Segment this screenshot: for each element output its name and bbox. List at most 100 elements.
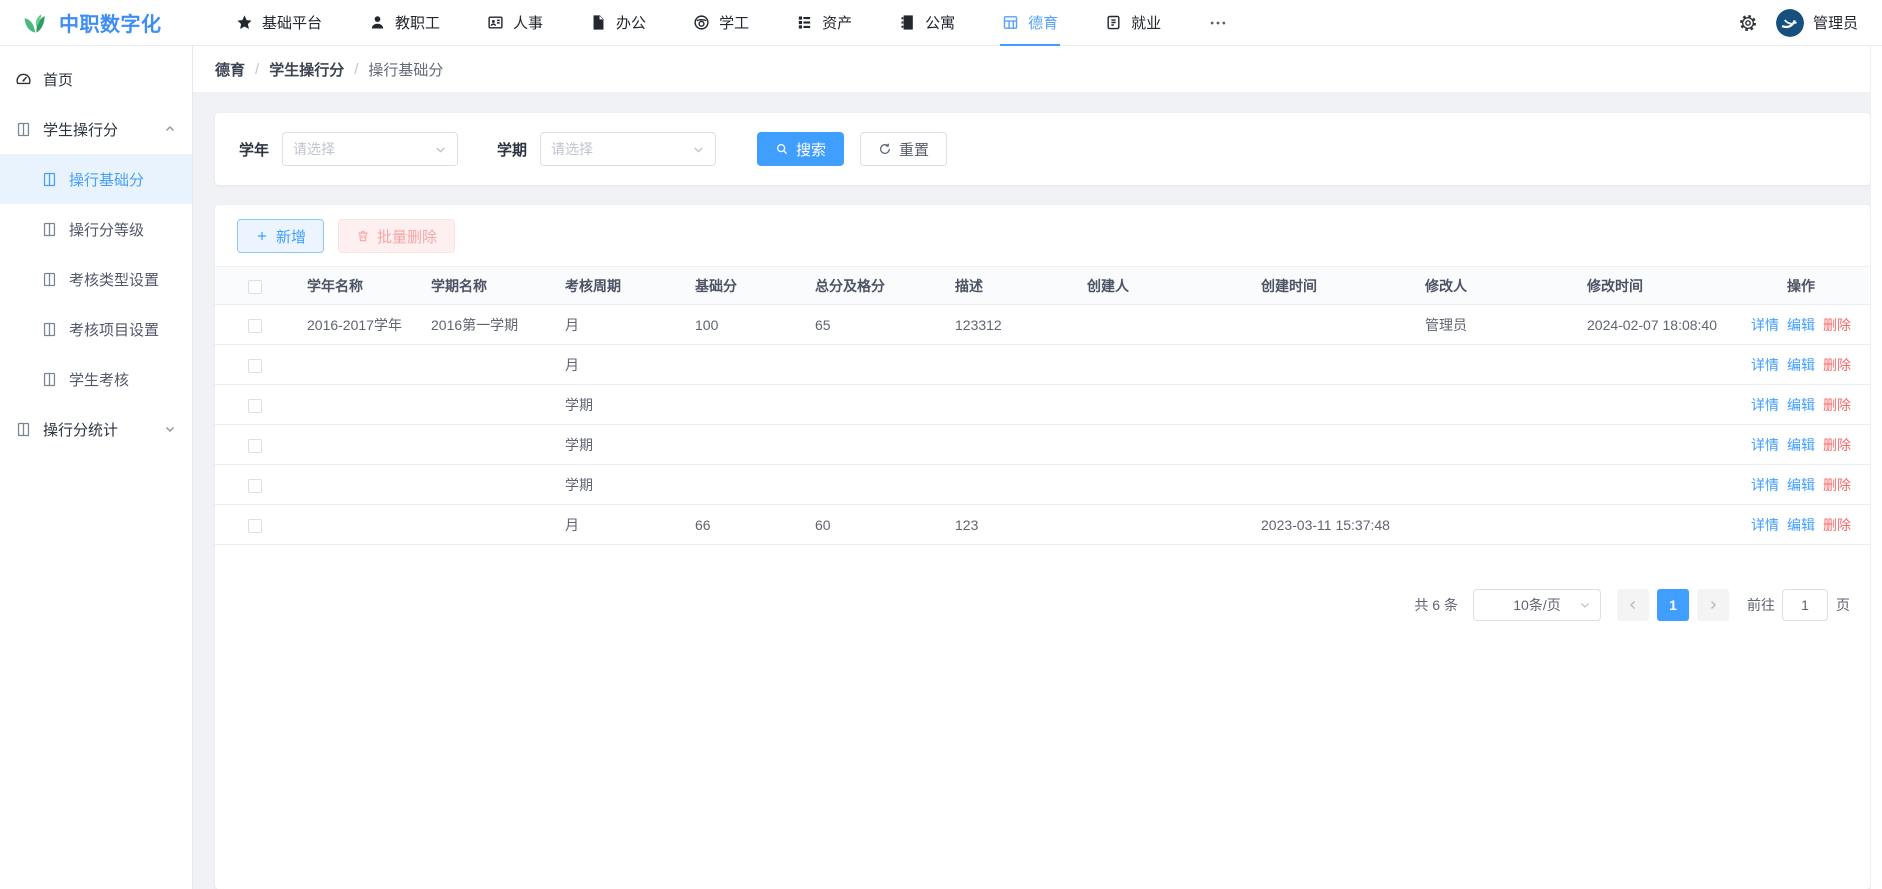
table-row: 学期 详情编辑删除 — [215, 465, 1871, 505]
detail-link[interactable]: 详情 — [1751, 397, 1779, 413]
delete-link[interactable]: 删除 — [1823, 517, 1851, 533]
table-header-row: 学年名称 学期名称 考核周期 基础分 总分及格分 描述 创建人 创建时间 修改人… — [215, 267, 1871, 305]
edit-link[interactable]: 编辑 — [1787, 397, 1815, 413]
search-button[interactable]: 搜索 — [757, 132, 844, 166]
add-button[interactable]: 新增 — [237, 219, 324, 253]
page-number-1[interactable]: 1 — [1657, 589, 1689, 621]
nav-item-office[interactable]: 办公 — [590, 0, 646, 46]
delete-link[interactable]: 删除 — [1823, 357, 1851, 373]
edit-link[interactable]: 编辑 — [1787, 517, 1815, 533]
trash-icon — [356, 229, 370, 243]
total-count: 共 6 条 — [1414, 595, 1458, 615]
prev-page-button[interactable] — [1617, 589, 1649, 621]
settings-gear-icon[interactable] — [1738, 13, 1758, 33]
delete-link[interactable]: 删除 — [1823, 437, 1851, 453]
avatar — [1776, 9, 1804, 37]
delete-link[interactable]: 删除 — [1823, 397, 1851, 413]
nav-item-hr[interactable]: 人事 — [487, 0, 543, 46]
col-modified-time: 修改时间 — [1575, 267, 1731, 305]
chevron-left-icon — [1627, 599, 1639, 611]
edit-link[interactable]: 编辑 — [1787, 357, 1815, 373]
nav-item-employment[interactable]: 就业 — [1105, 0, 1161, 46]
detail-link[interactable]: 详情 — [1751, 437, 1779, 453]
breadcrumb-item-moral-education[interactable]: 德育 — [215, 59, 245, 80]
term-select[interactable]: 请选择 — [540, 132, 716, 166]
sidebar-item-home[interactable]: 首页 — [0, 54, 192, 104]
nav-item-base-platform[interactable]: 基础平台 — [236, 0, 322, 46]
row-checkbox[interactable] — [248, 439, 262, 453]
list-icon — [796, 14, 813, 31]
table-row: 月 66 60 123 2023-03-11 15:37:48 详情编辑删除 — [215, 505, 1871, 545]
goto-label: 前往 — [1747, 595, 1775, 615]
nav-item-staff[interactable]: 教职工 — [369, 0, 440, 46]
sidebar-group-conduct-score[interactable]: 学生操行分 — [0, 104, 192, 154]
goto-page-input[interactable] — [1782, 589, 1828, 621]
top-menu: 基础平台 教职工 人事 办公 学工 资产 — [236, 0, 1228, 46]
scrollbar-track[interactable] — [1870, 46, 1882, 889]
nav-item-student-affairs[interactable]: 学工 — [693, 0, 749, 46]
app-title: 中职数字化 — [59, 8, 162, 37]
delete-link[interactable]: 删除 — [1823, 477, 1851, 493]
user-menu[interactable]: 管理员 — [1776, 9, 1858, 37]
sidebar-label: 首页 — [43, 69, 73, 90]
reset-button[interactable]: 重置 — [860, 132, 947, 166]
row-checkbox[interactable] — [248, 319, 262, 333]
nav-item-moral-education[interactable]: 德育 — [1002, 0, 1058, 46]
nav-label: 学工 — [719, 12, 749, 33]
breadcrumb-item-conduct-score[interactable]: 学生操行分 — [269, 59, 344, 80]
nav-item-assets[interactable]: 资产 — [796, 0, 852, 46]
table-row: 月 详情编辑删除 — [215, 345, 1871, 385]
chevron-up-icon — [164, 123, 176, 135]
col-period: 考核周期 — [553, 267, 683, 305]
data-table: 学年名称 学期名称 考核周期 基础分 总分及格分 描述 创建人 创建时间 修改人… — [215, 266, 1871, 545]
sidebar-group-conduct-statistics[interactable]: 操行分统计 — [0, 404, 192, 454]
search-icon — [775, 142, 789, 156]
sidebar-item-conduct-base-score[interactable]: 操行基础分 — [0, 154, 192, 204]
sidebar-item-student-assessment[interactable]: 学生考核 — [0, 354, 192, 404]
school-year-label: 学年 — [239, 139, 269, 160]
batch-delete-button[interactable]: 批量删除 — [338, 219, 455, 253]
edit-link[interactable]: 编辑 — [1787, 477, 1815, 493]
row-checkbox[interactable] — [248, 479, 262, 493]
detail-link[interactable]: 详情 — [1751, 517, 1779, 533]
row-checkbox[interactable] — [248, 519, 262, 533]
page-size-select[interactable]: 10条/页 — [1473, 589, 1601, 621]
row-checkbox[interactable] — [248, 399, 262, 413]
brand[interactable]: 中职数字化 — [22, 8, 200, 37]
sidebar-label: 学生操行分 — [43, 119, 118, 140]
page-content: 学年 请选择 学期 请选择 搜索 — [193, 92, 1870, 889]
edit-link[interactable]: 编辑 — [1787, 437, 1815, 453]
id-card-icon — [487, 14, 504, 31]
chevron-down-icon — [1579, 599, 1591, 611]
sidebar-item-assessment-type-settings[interactable]: 考核类型设置 — [0, 254, 192, 304]
edit-link[interactable]: 编辑 — [1787, 317, 1815, 333]
nav-label: 就业 — [1131, 12, 1161, 33]
delete-link[interactable]: 删除 — [1823, 317, 1851, 333]
breadcrumb: 德育 / 学生操行分 / 操行基础分 — [193, 46, 1870, 92]
term-placeholder: 请选择 — [551, 139, 593, 159]
nav-label: 基础平台 — [262, 12, 322, 33]
sidebar-item-conduct-grade[interactable]: 操行分等级 — [0, 204, 192, 254]
sidebar-label: 学生考核 — [69, 369, 129, 390]
next-page-button[interactable] — [1697, 589, 1729, 621]
detail-link[interactable]: 详情 — [1751, 357, 1779, 373]
detail-link[interactable]: 详情 — [1751, 477, 1779, 493]
sidebar-label: 考核类型设置 — [69, 269, 159, 290]
notebook-icon — [899, 14, 916, 31]
row-checkbox[interactable] — [248, 359, 262, 373]
col-description: 描述 — [943, 267, 1075, 305]
col-actions: 操作 — [1731, 267, 1871, 305]
nav-label: 德育 — [1028, 12, 1058, 33]
sidebar-item-assessment-item-settings[interactable]: 考核项目设置 — [0, 304, 192, 354]
col-year: 学年名称 — [295, 267, 419, 305]
school-year-select[interactable]: 请选择 — [282, 132, 458, 166]
nav-item-apartment[interactable]: 公寓 — [899, 0, 955, 46]
select-all-checkbox[interactable] — [248, 280, 262, 294]
refresh-icon — [878, 142, 892, 156]
sidebar-label: 操行基础分 — [69, 169, 144, 190]
student-icon — [693, 14, 710, 31]
detail-link[interactable]: 详情 — [1751, 317, 1779, 333]
nav-more-button[interactable] — [1208, 0, 1228, 46]
col-pass-score: 总分及格分 — [803, 267, 943, 305]
school-year-placeholder: 请选择 — [293, 139, 335, 159]
